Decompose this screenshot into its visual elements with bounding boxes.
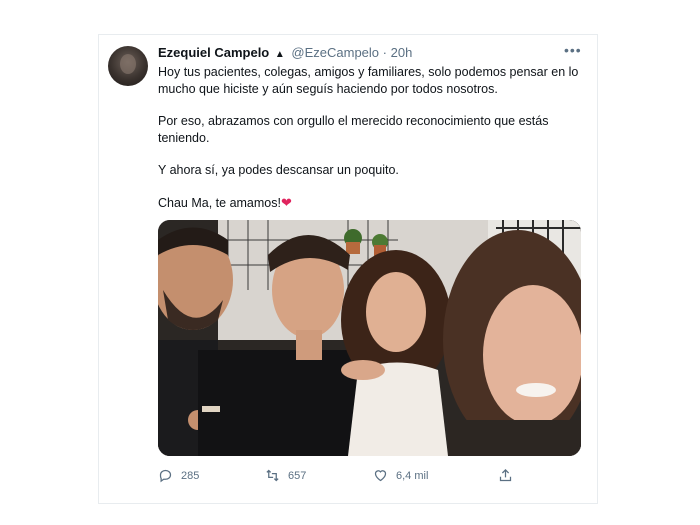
author-handle[interactable]: @EzeCampelo (291, 45, 379, 60)
selfie-photo (158, 220, 581, 456)
reply-count: 285 (181, 469, 200, 482)
retweet-icon (266, 469, 279, 482)
tweet-timestamp[interactable]: 20h (391, 45, 413, 60)
tweet-photo[interactable] (158, 220, 581, 456)
like-icon (374, 470, 387, 482)
retweet-button[interactable]: 657 (265, 468, 306, 483)
tweet-paragraph-2: Por eso, abrazamos con orgullo el mereci… (158, 114, 549, 145)
author-badge-icon: ▲ (274, 49, 285, 60)
author-avatar[interactable] (108, 46, 148, 86)
tweet-paragraph-1: Hoy tus pacientes, colegas, amigos y fam… (158, 65, 579, 96)
author-name[interactable]: Ezequiel Campelo (158, 45, 269, 60)
tweet-text: Hoy tus pacientes, colegas, amigos y fam… (158, 64, 583, 227)
like-count: 6,4 mil (396, 469, 429, 482)
header-separator: · (382, 45, 387, 60)
heart-emoji-icon: ❤ (280, 195, 292, 210)
tweet-actions: 285 657 6,4 mil (158, 468, 528, 488)
tweet-paragraph-4: Chau Ma, te amamos!❤ (158, 194, 583, 212)
reply-button[interactable]: 285 (158, 468, 199, 483)
tweet-paragraph-3: Y ahora sí, ya podes descansar un poquit… (158, 163, 399, 177)
retweet-count: 657 (288, 469, 307, 482)
tweet-paragraph-4-text: Chau Ma, te amamos! (158, 196, 281, 210)
share-icon (499, 468, 512, 482)
more-icon[interactable]: ••• (564, 42, 582, 58)
reply-icon (159, 469, 172, 483)
tweet-header: Ezequiel Campelo ▲ @EzeCampelo · 20h (158, 45, 412, 60)
share-button[interactable] (498, 468, 513, 483)
like-button[interactable]: 6,4 mil (373, 468, 428, 483)
